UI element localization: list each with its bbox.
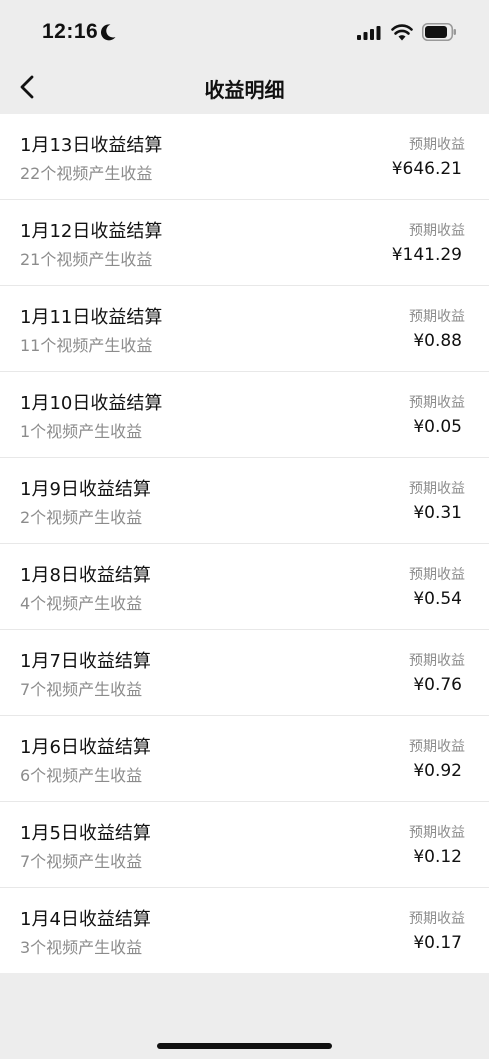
row-label: 预期收益 <box>409 309 465 325</box>
earnings-list: 1月13日收益结算 22个视频产生收益 预期收益 ¥646.21 1月12日收益… <box>0 114 489 973</box>
list-item[interactable]: 1月6日收益结算 6个视频产生收益 预期收益 ¥0.92 <box>0 716 489 802</box>
list-item[interactable]: 1月9日收益结算 2个视频产生收益 预期收益 ¥0.31 <box>0 458 489 544</box>
row-subtitle: 1个视频产生收益 <box>20 422 143 441</box>
row-label: 预期收益 <box>409 653 465 669</box>
row-title: 1月5日收益结算 <box>20 823 151 844</box>
row-label: 预期收益 <box>409 739 465 755</box>
row-label: 预期收益 <box>409 911 465 927</box>
moon-icon <box>100 24 116 41</box>
row-title: 1月13日收益结算 <box>20 135 163 156</box>
row-label: 预期收益 <box>409 395 465 411</box>
row-amount: ¥141.29 <box>391 245 462 265</box>
list-item[interactable]: 1月11日收益结算 11个视频产生收益 预期收益 ¥0.88 <box>0 286 489 372</box>
row-subtitle: 22个视频产生收益 <box>20 164 153 183</box>
list-item[interactable]: 1月12日收益结算 21个视频产生收益 预期收益 ¥141.29 <box>0 200 489 286</box>
row-subtitle: 7个视频产生收益 <box>20 852 143 871</box>
row-subtitle: 7个视频产生收益 <box>20 680 143 699</box>
row-amount: ¥0.54 <box>413 589 462 609</box>
row-title: 1月6日收益结算 <box>20 737 151 758</box>
signal-icon <box>357 26 381 40</box>
row-title: 1月8日收益结算 <box>20 565 151 586</box>
row-subtitle: 11个视频产生收益 <box>20 336 153 355</box>
home-indicator[interactable] <box>157 1043 332 1049</box>
row-amount: ¥0.31 <box>413 503 462 523</box>
row-amount: ¥0.88 <box>413 331 462 351</box>
list-item[interactable]: 1月8日收益结算 4个视频产生收益 预期收益 ¥0.54 <box>0 544 489 630</box>
row-title: 1月10日收益结算 <box>20 393 163 414</box>
list-item[interactable]: 1月7日收益结算 7个视频产生收益 预期收益 ¥0.76 <box>0 630 489 716</box>
row-title: 1月4日收益结算 <box>20 909 151 930</box>
row-label: 预期收益 <box>409 223 465 239</box>
list-item[interactable]: 1月13日收益结算 22个视频产生收益 预期收益 ¥646.21 <box>0 114 489 200</box>
row-subtitle: 3个视频产生收益 <box>20 938 143 957</box>
row-amount: ¥0.92 <box>413 761 462 781</box>
row-label: 预期收益 <box>409 481 465 497</box>
row-amount: ¥0.12 <box>413 847 462 867</box>
list-item[interactable]: 1月5日收益结算 7个视频产生收益 预期收益 ¥0.12 <box>0 802 489 888</box>
row-label: 预期收益 <box>409 567 465 583</box>
row-label: 预期收益 <box>409 137 465 153</box>
row-subtitle: 6个视频产生收益 <box>20 766 143 785</box>
row-subtitle: 4个视频产生收益 <box>20 594 143 613</box>
row-amount: ¥646.21 <box>391 159 462 179</box>
row-title: 1月12日收益结算 <box>20 221 163 242</box>
wifi-icon <box>391 24 413 41</box>
row-amount: ¥0.05 <box>413 417 462 437</box>
list-item[interactable]: 1月10日收益结算 1个视频产生收益 预期收益 ¥0.05 <box>0 372 489 458</box>
nav-bar: 收益明细 <box>0 64 489 110</box>
row-subtitle: 2个视频产生收益 <box>20 508 143 527</box>
row-label: 预期收益 <box>409 825 465 841</box>
row-title: 1月11日收益结算 <box>20 307 163 328</box>
row-amount: ¥0.17 <box>413 933 462 953</box>
status-bar: 12:16 <box>0 0 489 64</box>
list-item[interactable]: 1月4日收益结算 3个视频产生收益 预期收益 ¥0.17 <box>0 888 489 973</box>
row-title: 1月7日收益结算 <box>20 651 151 672</box>
row-amount: ¥0.76 <box>413 675 462 695</box>
battery-icon <box>422 23 456 41</box>
page-title: 收益明细 <box>204 78 285 102</box>
status-time: 12:16 <box>42 20 99 43</box>
row-title: 1月9日收益结算 <box>20 479 151 500</box>
row-subtitle: 21个视频产生收益 <box>20 250 153 269</box>
